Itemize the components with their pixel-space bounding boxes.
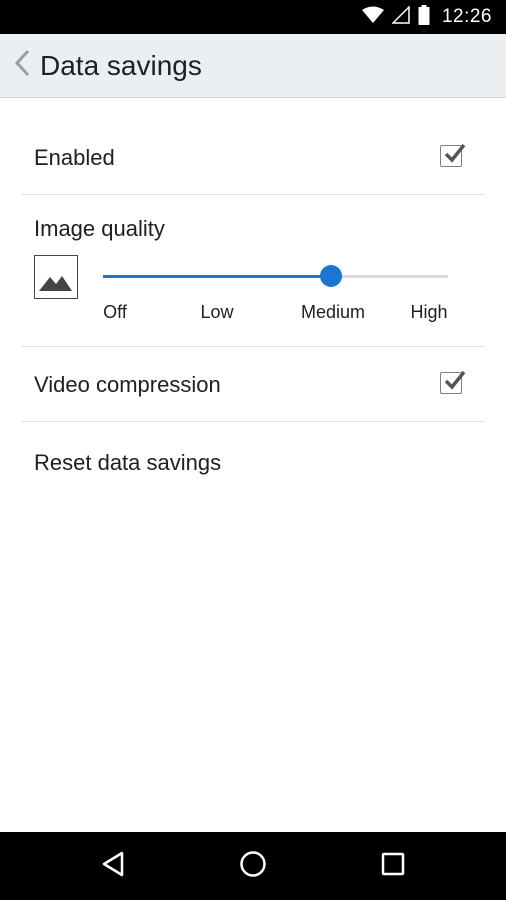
reset-data-savings-row[interactable]: Reset data savings bbox=[22, 422, 484, 502]
check-icon bbox=[444, 143, 466, 163]
home-circle-icon bbox=[239, 850, 267, 883]
nav-recents-button[interactable] bbox=[363, 832, 423, 900]
video-compression-row[interactable]: Video compression bbox=[22, 347, 484, 421]
signal-icon bbox=[391, 4, 410, 29]
app-bar: Data savings bbox=[0, 34, 506, 98]
wifi-icon bbox=[361, 6, 384, 29]
nav-home-button[interactable] bbox=[223, 832, 283, 900]
slider-tick-label-medium[interactable]: Medium bbox=[301, 302, 365, 323]
nav-back-button[interactable] bbox=[83, 832, 143, 900]
page-title: Data savings bbox=[40, 49, 202, 81]
check-icon bbox=[444, 370, 466, 390]
enabled-label: Enabled bbox=[34, 145, 115, 170]
recents-square-icon bbox=[380, 851, 406, 882]
video-compression-label: Video compression bbox=[34, 372, 221, 397]
enabled-checkbox[interactable] bbox=[440, 143, 466, 167]
chevron-left-icon bbox=[13, 48, 31, 83]
image-quality-label: Image quality bbox=[34, 216, 165, 241]
image-quality-row: Image quality bbox=[22, 195, 484, 346]
slider-tick-label-high[interactable]: High bbox=[410, 302, 447, 323]
slider-tick-label-off[interactable]: Off bbox=[103, 302, 127, 323]
video-compression-checkbox[interactable] bbox=[440, 370, 466, 394]
slider-tick-label-low[interactable]: Low bbox=[200, 302, 233, 323]
image-icon bbox=[34, 255, 78, 299]
status-time: 12:26 bbox=[441, 6, 492, 27]
navigation-bar bbox=[0, 832, 506, 900]
slider-track-fill bbox=[103, 275, 331, 278]
back-button[interactable] bbox=[8, 46, 36, 86]
status-icons: 12:26 bbox=[361, 0, 492, 34]
status-bar: 12:26 bbox=[0, 0, 506, 34]
enabled-row[interactable]: Enabled bbox=[22, 118, 484, 194]
battery-icon bbox=[418, 4, 430, 30]
reset-data-savings-label: Reset data savings bbox=[34, 450, 222, 475]
back-triangle-icon bbox=[100, 850, 126, 883]
slider-thumb[interactable] bbox=[320, 265, 342, 287]
